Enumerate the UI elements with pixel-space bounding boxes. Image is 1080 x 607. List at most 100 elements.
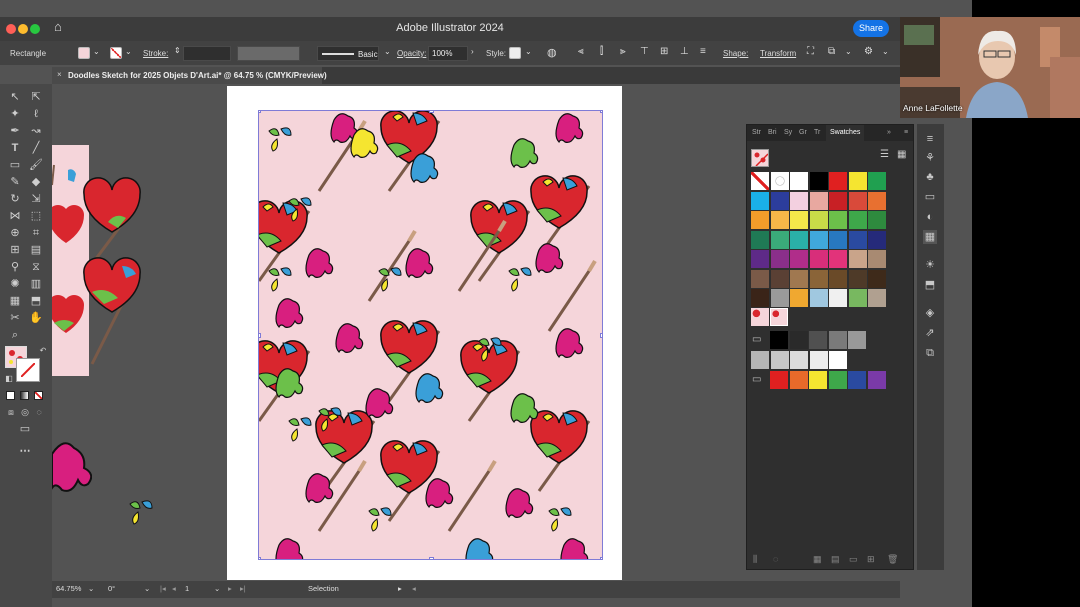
selected-pattern-rectangle[interactable] bbox=[258, 110, 603, 560]
selection-handle[interactable] bbox=[600, 557, 602, 559]
close-tab-icon[interactable]: × bbox=[57, 70, 62, 79]
color-guide-panel-icon[interactable]: ☀ bbox=[923, 258, 937, 272]
fill-dropdown-icon[interactable]: ⌄ bbox=[93, 47, 100, 56]
swatch[interactable] bbox=[829, 230, 847, 249]
first-artboard-icon[interactable]: |◂ bbox=[160, 584, 166, 593]
color-mode-icon[interactable] bbox=[6, 391, 15, 400]
swatch[interactable] bbox=[868, 211, 886, 229]
align-center-icon[interactable]: ⫿ bbox=[600, 46, 603, 57]
control-menu-dropdown-icon[interactable]: ⌄ bbox=[882, 47, 889, 56]
swatch[interactable] bbox=[848, 172, 867, 190]
pattern-swatch[interactable] bbox=[751, 308, 769, 326]
swatch[interactable] bbox=[770, 172, 789, 190]
swap-fill-stroke-icon[interactable]: ↶ bbox=[36, 344, 50, 358]
export-panel-icon[interactable]: ⇗ bbox=[923, 326, 937, 340]
swatch[interactable] bbox=[770, 230, 789, 249]
swatch[interactable] bbox=[770, 371, 788, 389]
swatch[interactable] bbox=[809, 351, 828, 369]
tab-gradient[interactable]: Gr bbox=[799, 129, 807, 136]
swatch[interactable] bbox=[829, 289, 847, 307]
artboard-number[interactable]: 1 bbox=[185, 584, 189, 593]
draw-normal-icon[interactable]: ⧈ bbox=[4, 405, 18, 419]
align-bottom-icon[interactable]: ⊥ bbox=[680, 46, 689, 57]
opacity-field[interactable]: 100% bbox=[428, 46, 468, 61]
scroll-left-icon[interactable]: ◂ bbox=[412, 584, 416, 593]
edit-toolbar-icon[interactable]: ⋯ bbox=[18, 444, 32, 458]
last-artboard-icon[interactable]: ▸| bbox=[240, 584, 246, 593]
delete-swatch-icon[interactable]: 🗑 bbox=[887, 554, 898, 565]
previous-artboard-icon[interactable]: ◂ bbox=[172, 584, 176, 593]
selection-tool-icon[interactable]: ↖ bbox=[8, 90, 22, 104]
swatch[interactable] bbox=[790, 211, 808, 229]
swatch[interactable] bbox=[751, 191, 769, 210]
swatch[interactable] bbox=[868, 191, 886, 210]
magic-wand-tool-icon[interactable]: ✦ bbox=[8, 107, 22, 121]
scale-tool-icon[interactable]: ⇲ bbox=[29, 192, 43, 206]
swatch[interactable] bbox=[790, 269, 808, 288]
stroke-label[interactable]: Stroke: bbox=[143, 49, 168, 58]
swatch[interactable] bbox=[828, 331, 847, 349]
swatch[interactable] bbox=[770, 211, 789, 229]
screen-mode-icon[interactable]: ▭ bbox=[18, 422, 32, 436]
distribute-icon[interactable]: ≡ bbox=[700, 46, 706, 57]
curvature-tool-icon[interactable]: ↝ bbox=[29, 124, 43, 138]
swatch[interactable] bbox=[829, 191, 847, 210]
swatch[interactable] bbox=[751, 230, 769, 249]
style-dropdown-icon[interactable]: ⌄ bbox=[525, 47, 532, 56]
selection-handle[interactable] bbox=[429, 557, 434, 559]
gradient-tool-icon[interactable]: ▤ bbox=[29, 243, 43, 257]
swatch[interactable] bbox=[868, 172, 886, 190]
color-group-folder-icon[interactable]: ▭ bbox=[752, 374, 761, 385]
symbols-panel-icon[interactable]: ♣ bbox=[923, 170, 937, 184]
swatch[interactable] bbox=[829, 351, 847, 369]
swatch[interactable] bbox=[868, 289, 886, 307]
recolor-artwork-icon[interactable]: ◍ bbox=[547, 46, 557, 59]
gradient-panel-icon[interactable]: ▭ bbox=[923, 190, 937, 204]
zoom-dropdown-icon[interactable]: ⌄ bbox=[88, 584, 94, 593]
swatch[interactable] bbox=[751, 351, 769, 369]
share-button[interactable]: Share bbox=[853, 20, 889, 37]
swatch[interactable] bbox=[848, 331, 866, 349]
artboards-panel-icon[interactable]: ⧉ bbox=[923, 346, 937, 360]
tab-symbols[interactable]: Sy bbox=[784, 129, 792, 136]
opacity-dropdown-icon[interactable]: › bbox=[471, 47, 474, 56]
align-left-icon[interactable]: ⫷ bbox=[578, 46, 584, 57]
swatch[interactable] bbox=[829, 172, 847, 190]
perspective-grid-tool-icon[interactable]: ⌗ bbox=[29, 226, 43, 240]
selection-handle[interactable] bbox=[600, 333, 602, 338]
swatch-libraries-icon[interactable]: ⫼ bbox=[753, 554, 757, 565]
new-swatch-icon[interactable]: ⊞ bbox=[867, 554, 875, 565]
zoom-level[interactable]: 64.75% bbox=[56, 584, 81, 593]
line-tool-icon[interactable]: ╱ bbox=[29, 141, 43, 155]
next-artboard-icon[interactable]: ▸ bbox=[228, 584, 232, 593]
transform-panel-icon[interactable]: ⬒ bbox=[923, 278, 937, 292]
isolate-icon[interactable]: ⛶ bbox=[807, 46, 814, 57]
selection-handle[interactable] bbox=[259, 333, 261, 338]
stroke-weight-field[interactable] bbox=[183, 46, 231, 61]
rotate-tool-icon[interactable]: ↻ bbox=[8, 192, 22, 206]
status-menu-icon[interactable]: ▸ bbox=[398, 584, 402, 593]
swatch[interactable] bbox=[829, 250, 847, 268]
control-menu-icon[interactable]: ⚙ bbox=[864, 46, 873, 57]
swatch[interactable] bbox=[848, 211, 867, 229]
swatch[interactable] bbox=[848, 191, 867, 210]
shaper-tool-icon[interactable]: ✎ bbox=[8, 175, 22, 189]
style-swatch[interactable] bbox=[509, 47, 521, 59]
column-graph-tool-icon[interactable]: ▥ bbox=[29, 277, 43, 291]
swatch[interactable] bbox=[829, 269, 847, 288]
swatch[interactable] bbox=[829, 211, 847, 229]
brush-dropdown-icon[interactable]: ⌄ bbox=[384, 47, 391, 56]
free-transform-tool-icon[interactable]: ⬚ bbox=[29, 209, 43, 223]
swatch[interactable] bbox=[848, 269, 867, 288]
swatch[interactable] bbox=[770, 250, 789, 268]
arrange-icon[interactable]: ⧉ bbox=[828, 46, 835, 57]
properties-panel-icon[interactable]: ≡ bbox=[923, 132, 937, 146]
panel-collapse-icon[interactable]: » bbox=[887, 129, 891, 136]
swatch[interactable] bbox=[809, 331, 827, 349]
eyedropper-tool-icon[interactable]: ⚲ bbox=[8, 260, 22, 274]
draw-behind-icon[interactable]: ◎ bbox=[18, 405, 32, 419]
swatch[interactable] bbox=[809, 172, 828, 190]
tab-brushes[interactable]: Bri bbox=[768, 129, 777, 136]
canvas-magenta-splat[interactable] bbox=[52, 434, 92, 504]
tab-transparency[interactable]: Tr bbox=[814, 129, 820, 136]
